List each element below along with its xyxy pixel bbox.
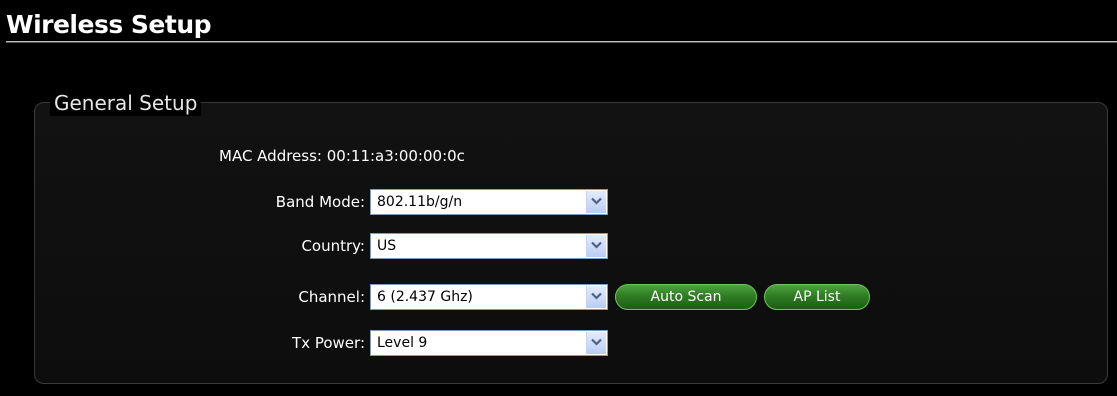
channel-dropdown-button[interactable]	[586, 286, 606, 308]
mac-address-value: 00:11:a3:00:00:0c	[326, 147, 465, 165]
country-row: Country:	[180, 233, 365, 259]
channel-label: Channel:	[298, 288, 365, 306]
country-select[interactable]: US	[370, 233, 608, 259]
band-mode-dropdown-button[interactable]	[586, 191, 606, 213]
channel-value: 6 (2.437 Ghz)	[377, 289, 473, 305]
chevron-down-icon	[591, 338, 602, 346]
channel-select[interactable]: 6 (2.437 Ghz)	[370, 284, 608, 310]
country-value: US	[377, 238, 397, 254]
page-title: Wireless Setup	[6, 10, 212, 39]
channel-row: Channel:	[180, 284, 365, 310]
title-divider	[6, 41, 1117, 42]
tx-power-select[interactable]: Level 9	[370, 330, 608, 356]
general-setup-legend: General Setup	[50, 90, 202, 116]
tx-power-dropdown-button[interactable]	[586, 332, 606, 354]
band-mode-select[interactable]: 802.11b/g/n	[370, 189, 608, 215]
chevron-down-icon	[591, 241, 602, 249]
mac-address-row: MAC Address: 00:11:a3:00:00:0c	[219, 143, 465, 169]
mac-address-label: MAC Address:	[219, 147, 322, 165]
auto-scan-button[interactable]: Auto Scan	[615, 284, 757, 310]
band-mode-row: Band Mode:	[180, 189, 365, 215]
tx-power-row: Tx Power:	[180, 330, 365, 356]
chevron-down-icon	[591, 197, 602, 205]
tx-power-value: Level 9	[377, 335, 428, 351]
band-mode-value: 802.11b/g/n	[377, 194, 463, 210]
ap-list-button[interactable]: AP List	[764, 284, 870, 310]
country-label: Country:	[301, 237, 365, 255]
chevron-down-icon	[591, 292, 602, 300]
tx-power-label: Tx Power:	[292, 334, 365, 352]
band-mode-label: Band Mode:	[275, 193, 365, 211]
country-dropdown-button[interactable]	[586, 235, 606, 257]
